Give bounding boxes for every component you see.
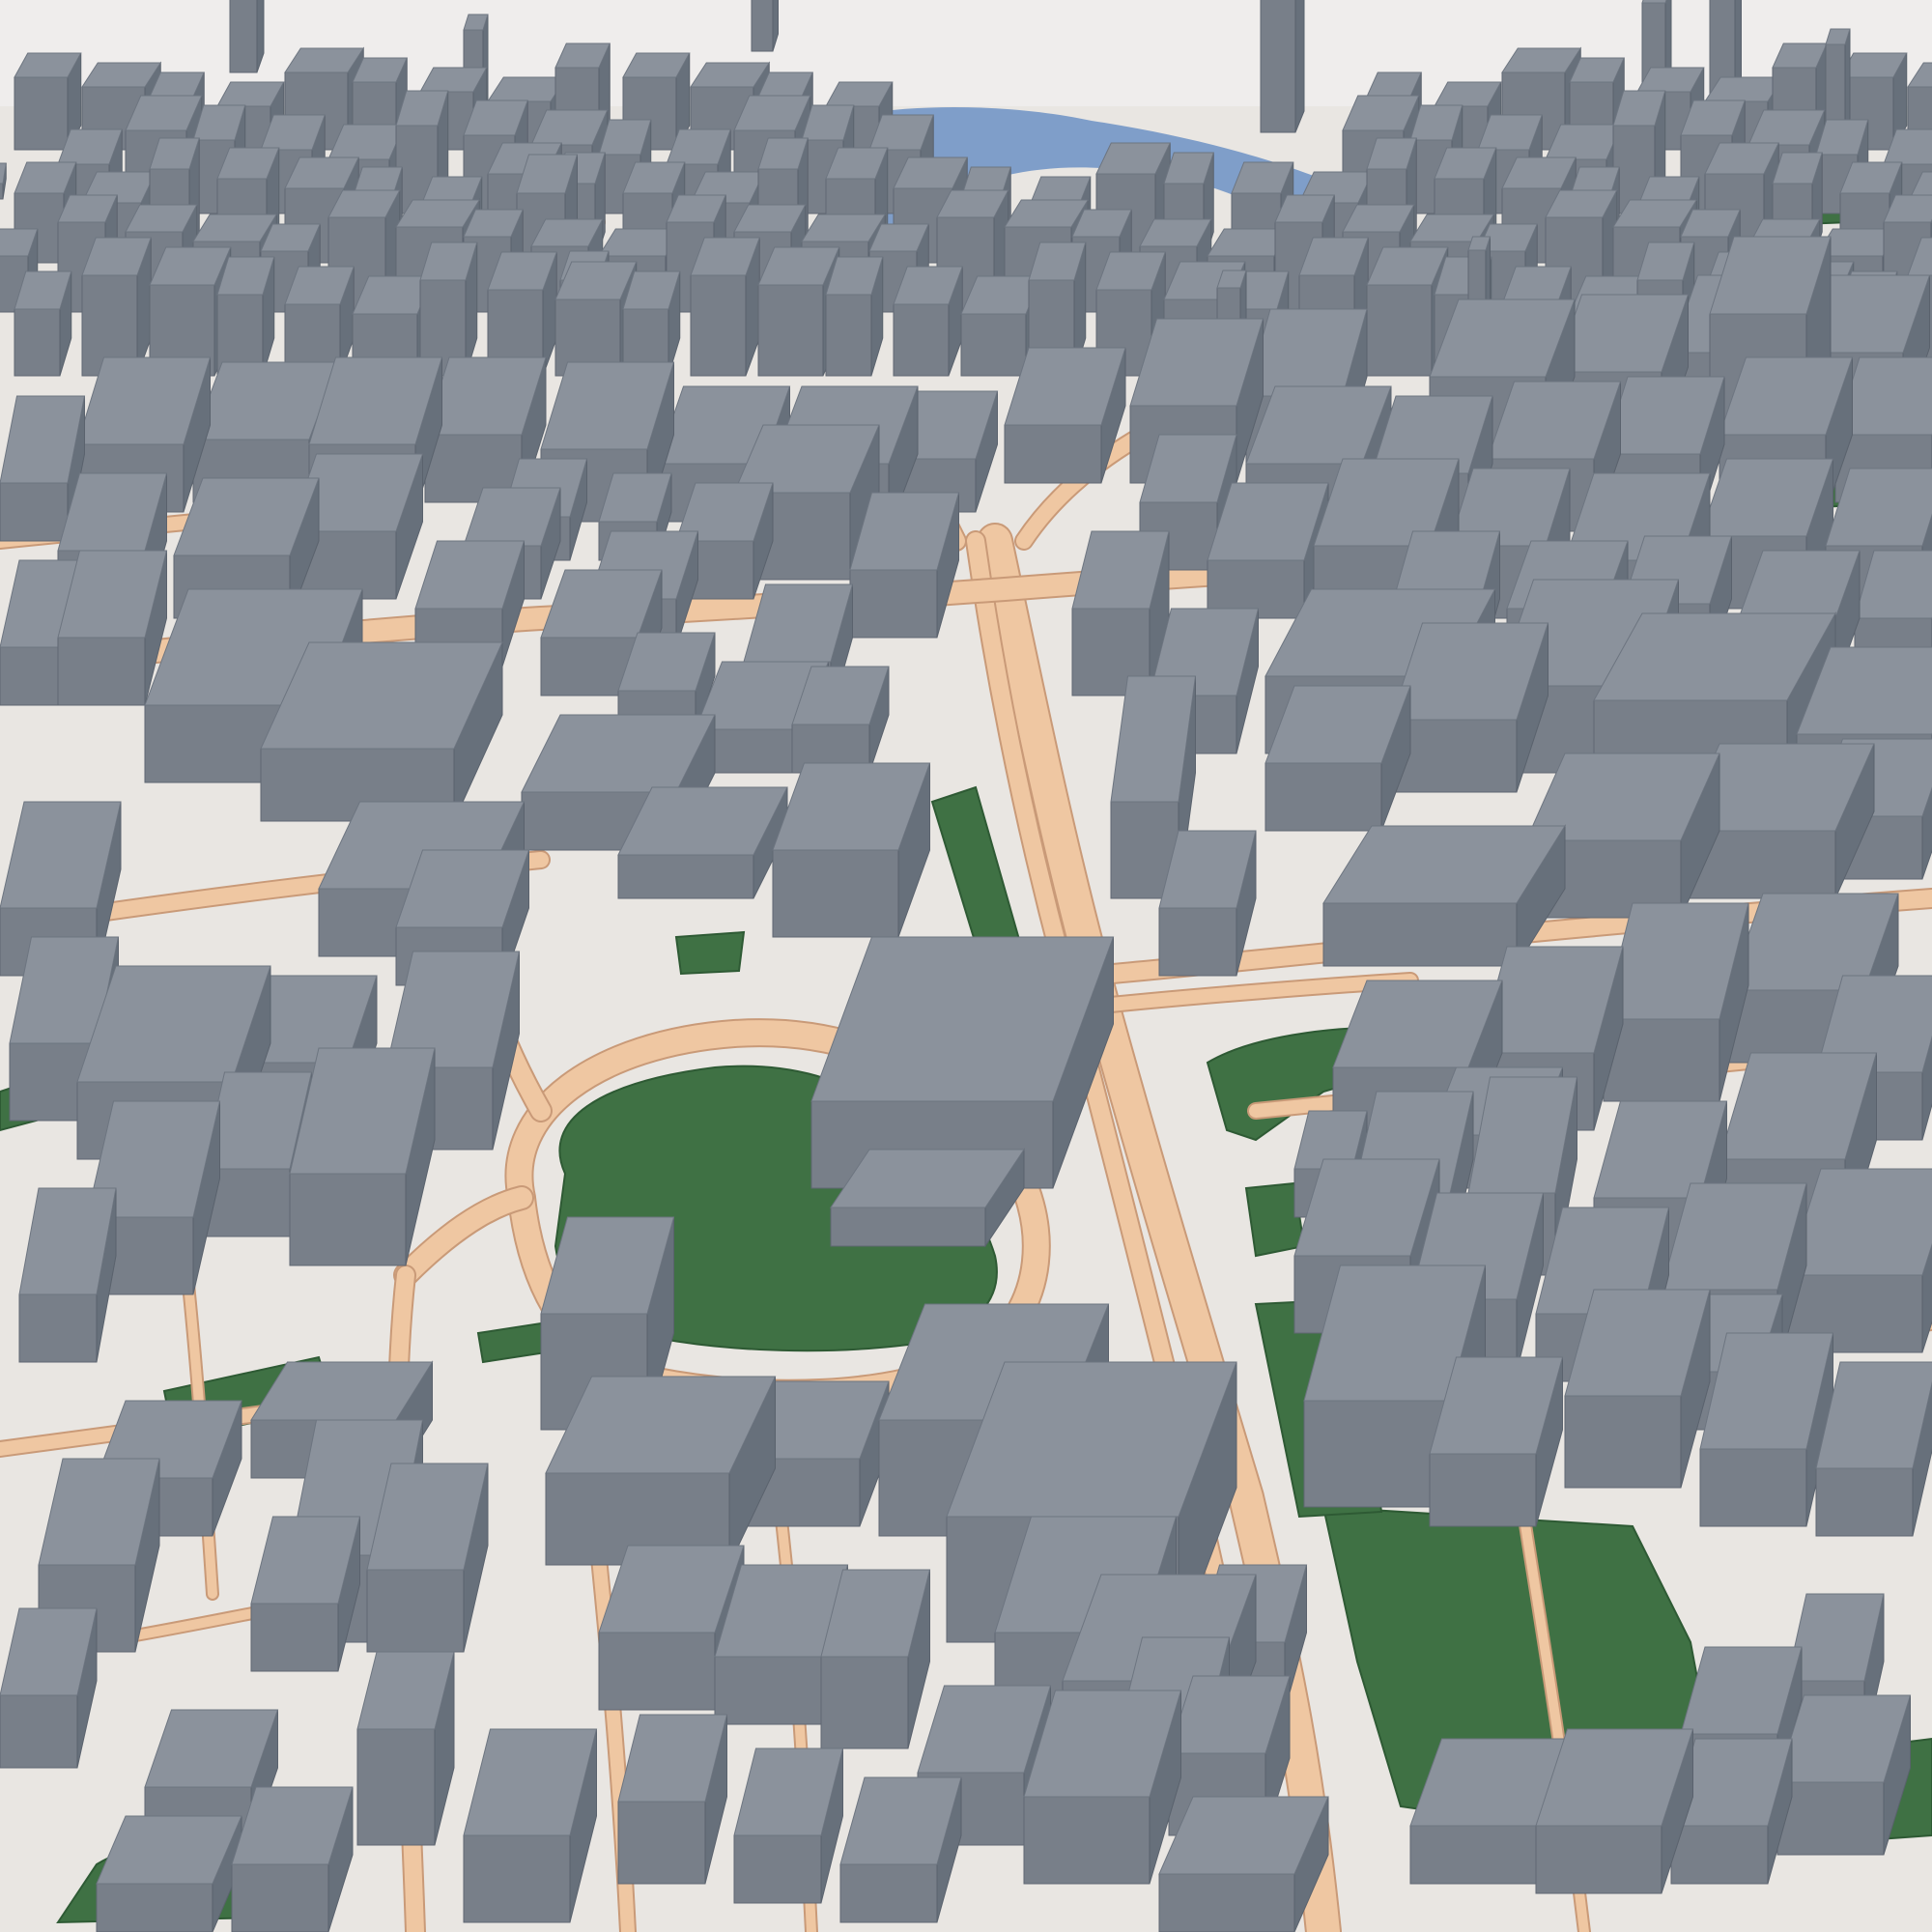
building: [825, 256, 884, 377]
building: [690, 237, 760, 377]
building: [772, 762, 931, 938]
building: [289, 1047, 436, 1266]
building: [1776, 1694, 1912, 1856]
building: [1390, 622, 1549, 793]
building: [1699, 1332, 1834, 1527]
building: [1023, 1690, 1182, 1885]
building: [1071, 530, 1170, 696]
building: [366, 1463, 489, 1653]
building: [791, 666, 890, 774]
building: [751, 0, 779, 52]
building: [216, 256, 275, 377]
building: [1322, 824, 1566, 968]
building: [0, 1607, 98, 1769]
building: [830, 1148, 1025, 1248]
building: [1158, 830, 1257, 977]
building: [18, 1187, 117, 1363]
city-model-scene: [0, 0, 1932, 1932]
building: [1564, 1289, 1711, 1489]
building: [81, 237, 152, 377]
building: [545, 1376, 777, 1566]
building: [849, 492, 960, 639]
building: [463, 1728, 598, 1923]
building: [1004, 347, 1126, 484]
building: [622, 270, 681, 377]
building: [839, 1776, 962, 1923]
building: [356, 1651, 455, 1846]
building: [231, 1786, 354, 1932]
building: [1535, 1728, 1694, 1894]
building: [1264, 685, 1411, 832]
building: [733, 1747, 844, 1904]
building: [617, 1714, 728, 1885]
building: [1603, 902, 1749, 1102]
building: [229, 0, 265, 73]
building: [96, 1815, 242, 1932]
building: [893, 266, 963, 377]
building: [1158, 1796, 1329, 1932]
building: [14, 270, 72, 377]
building: [260, 641, 503, 822]
building: [250, 1516, 361, 1672]
building: [1429, 1356, 1564, 1527]
park: [674, 930, 746, 976]
building: [1260, 0, 1305, 133]
building: [820, 1569, 931, 1749]
building: [419, 242, 478, 377]
building: [57, 550, 168, 706]
building: [617, 786, 788, 899]
